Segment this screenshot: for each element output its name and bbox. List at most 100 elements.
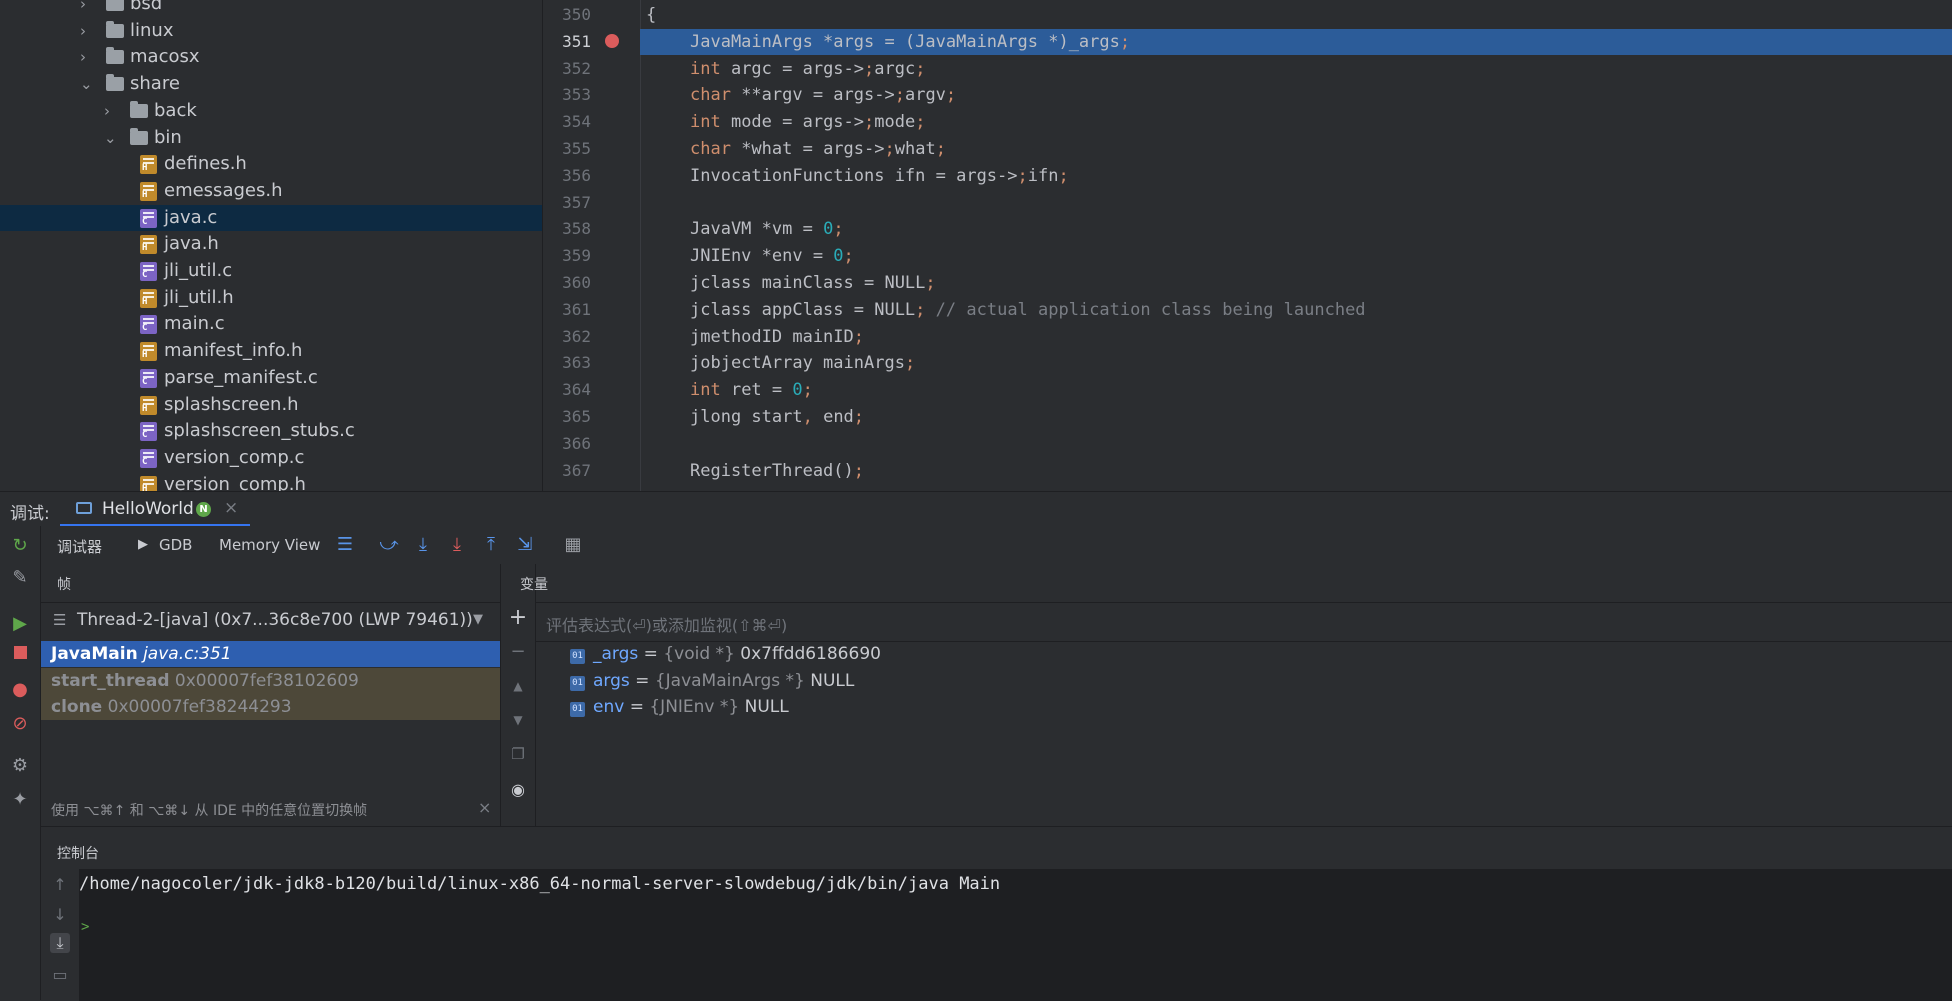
pin-icon[interactable]: ✦ (10, 790, 30, 810)
step-out-icon[interactable]: ⤒ (481, 535, 501, 555)
code-line[interactable]: int mode = args->;mode; (640, 109, 1952, 135)
eye-icon[interactable]: ◉ (508, 780, 528, 800)
force-step-into-icon[interactable]: ⤓ (447, 535, 467, 555)
line-number[interactable]: 351 (543, 29, 591, 55)
tree-item[interactable]: Cparse_manifest.c (0, 365, 542, 391)
show-execution-point-icon[interactable]: ☰ (335, 535, 355, 555)
line-number[interactable]: 363 (543, 350, 591, 376)
chevron-right-icon[interactable]: › (80, 44, 94, 70)
line-number[interactable]: 364 (543, 377, 591, 403)
code-line[interactable]: RegisterThread(); (640, 458, 1952, 484)
line-number[interactable]: 352 (543, 56, 591, 82)
tree-item[interactable]: Cversion_comp.c (0, 445, 542, 471)
breakpoint-icon[interactable] (605, 34, 619, 48)
code-line[interactable]: jclass mainClass = NULL; (640, 270, 1952, 296)
code-line[interactable]: jlong start, end; (640, 404, 1952, 430)
code-line[interactable]: char *what = args->;what; (640, 136, 1952, 162)
step-into-icon[interactable]: ⤓ (413, 535, 433, 555)
evaluate-expression-input[interactable]: 评估表达式(⏎)或添加监视(⇧⌘⏎) (536, 602, 1952, 642)
tree-item[interactable]: Hsplashscreen.h (0, 392, 542, 418)
tree-item[interactable]: Hemessages.h (0, 178, 542, 204)
code-line[interactable]: char **argv = args->;argv; (640, 82, 1952, 108)
close-hint-icon[interactable]: × (478, 798, 491, 817)
line-number[interactable]: 366 (543, 431, 591, 457)
run-to-cursor-icon[interactable]: ⇲ (515, 535, 535, 555)
move-down-icon[interactable]: ▼ (508, 710, 528, 730)
wrench-icon[interactable]: ✎ (10, 568, 30, 588)
console-output[interactable]: /home/nagocoler/jdk-jdk8-b120/build/linu… (41, 869, 1952, 1001)
copy-icon[interactable]: ❐ (508, 744, 528, 764)
line-number[interactable]: 361 (543, 297, 591, 323)
step-over-icon[interactable]: ⤻ (379, 535, 399, 555)
code-line[interactable]: jobjectArray mainArgs; (640, 350, 1952, 376)
mute-breakpoints-icon[interactable]: ⊘ (10, 714, 30, 734)
tree-item[interactable]: Hjli_util.h (0, 285, 542, 311)
tab-gdb[interactable]: GDB (159, 536, 192, 554)
line-number[interactable]: 354 (543, 109, 591, 135)
rerun-icon[interactable]: ↻ (10, 536, 30, 556)
chevron-down-icon[interactable]: ⌄ (80, 71, 94, 97)
tree-item[interactable]: Hjava.h (0, 231, 542, 257)
view-breakpoints-icon[interactable]: ● (10, 680, 30, 700)
code-line[interactable]: int argc = args->;argc; (640, 56, 1952, 82)
settings-gear-icon[interactable]: ⚙ (10, 756, 30, 776)
add-watch-icon[interactable]: + (508, 607, 528, 629)
tree-item[interactable]: › macosx (0, 44, 542, 70)
code-line[interactable]: jclass appClass = NULL; // actual applic… (640, 297, 1952, 323)
chevron-right-icon[interactable]: › (104, 98, 118, 124)
tree-item[interactable]: ⌄ bin (0, 125, 542, 151)
line-number[interactable]: 355 (543, 136, 591, 162)
code-line[interactable]: int ret = 0; (640, 377, 1952, 403)
tree-item[interactable]: Hmanifest_info.h (0, 338, 542, 364)
variable-row[interactable]: 01 _args = {void *} 0x7ffdd6186690 (570, 641, 881, 667)
thread-selector[interactable]: ☰ Thread-2-[java] (0x7...36c8e700 (LWP 7… (41, 602, 500, 642)
line-number[interactable]: 365 (543, 404, 591, 430)
session-tab-helloworld[interactable]: HelloWorld N × (60, 492, 250, 527)
code-line[interactable]: JavaMainArgs *args = (JavaMainArgs *)_ar… (640, 28, 1952, 55)
chevron-down-icon[interactable]: ▼ (473, 612, 483, 627)
evaluate-expression-icon[interactable]: ▦ (563, 535, 583, 555)
code-line[interactable] (640, 190, 1952, 216)
scroll-up-icon[interactable]: ↑ (50, 875, 70, 895)
tree-item[interactable]: Csplashscreen_stubs.c (0, 418, 542, 444)
tab-debugger[interactable]: 调试器 (44, 536, 115, 569)
line-number[interactable]: 367 (543, 458, 591, 484)
tree-item[interactable]: Hversion_comp.h (0, 472, 542, 491)
line-number[interactable]: 359 (543, 243, 591, 269)
line-number[interactable]: 357 (543, 190, 591, 216)
stack-frame[interactable]: start_thread 0x00007fef38102609 (41, 667, 500, 694)
tab-memory-view[interactable]: Memory View (219, 536, 320, 554)
line-number[interactable]: 356 (543, 163, 591, 189)
close-session-icon[interactable]: × (224, 498, 238, 518)
code-line[interactable] (640, 431, 1952, 457)
tree-item[interactable]: Cmain.c (0, 311, 542, 337)
tree-item[interactable]: › bsd (0, 0, 542, 17)
scroll-down-icon[interactable]: ↓ (50, 905, 70, 925)
line-number[interactable]: 350 (543, 2, 591, 28)
code-line[interactable]: { (640, 2, 1952, 28)
variable-row[interactable]: 01 env = {JNIEnv *} NULL (570, 694, 789, 720)
move-up-icon[interactable]: ▲ (508, 676, 528, 696)
tree-item[interactable]: › back (0, 98, 542, 124)
stack-frame[interactable]: clone 0x00007fef38244293 (41, 694, 500, 721)
stop-icon[interactable] (10, 644, 30, 664)
tree-item[interactable]: Cjli_util.c (0, 258, 542, 284)
resume-icon[interactable]: ▶ (10, 614, 30, 634)
line-number[interactable]: 360 (543, 270, 591, 296)
line-number[interactable]: 358 (543, 216, 591, 242)
line-number[interactable]: 353 (543, 82, 591, 108)
stack-frame[interactable]: JavaMain java.c:351 (41, 641, 500, 667)
scroll-to-end-icon[interactable]: ⤓ (50, 933, 70, 953)
code-line[interactable]: jmethodID mainID; (640, 324, 1952, 350)
print-icon[interactable]: ▭ (50, 965, 70, 985)
chevron-down-icon[interactable]: ⌄ (104, 125, 118, 151)
tree-item[interactable]: Cjava.c (0, 204, 542, 231)
remove-watch-icon[interactable]: − (508, 642, 528, 662)
tree-item[interactable]: ⌄ share (0, 71, 542, 97)
chevron-right-icon[interactable]: › (80, 18, 94, 44)
code-line[interactable]: JNIEnv *env = 0; (640, 243, 1952, 269)
variable-row[interactable]: 01 args = {JavaMainArgs *} NULL (570, 668, 854, 694)
code-line[interactable]: JavaVM *vm = 0; (640, 216, 1952, 242)
line-number[interactable]: 362 (543, 324, 591, 350)
code-line[interactable]: InvocationFunctions ifn = args->;ifn; (640, 163, 1952, 189)
